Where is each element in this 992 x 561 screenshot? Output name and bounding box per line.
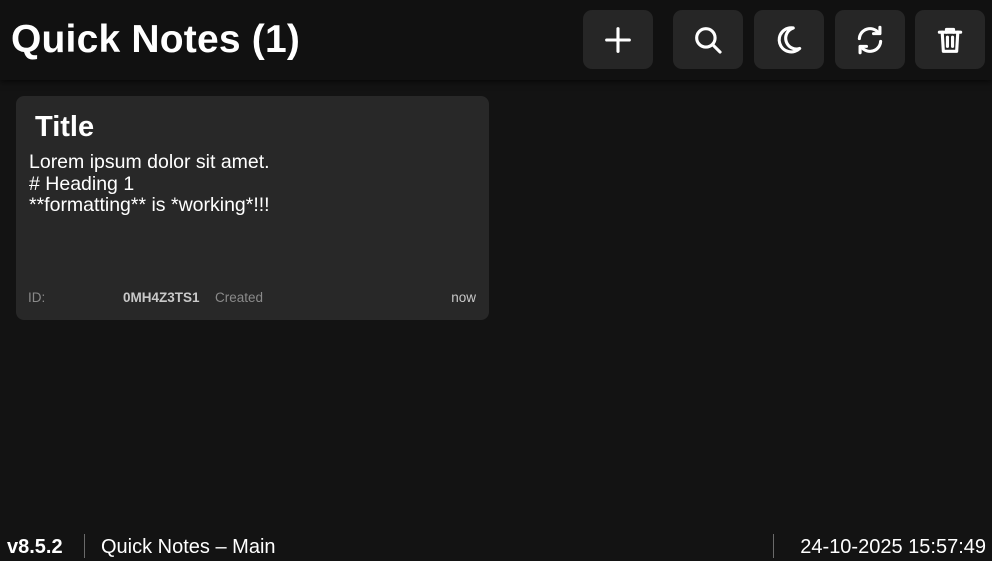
note-body-line: # Heading 1	[29, 172, 135, 195]
note-body-line: Lorem ipsum dolor sit amet.	[29, 151, 270, 173]
divider	[84, 534, 85, 558]
theme-toggle-button[interactable]	[754, 10, 824, 69]
note-body: Lorem ipsum dolor sit amet. # Heading 1 …	[29, 151, 479, 217]
trash-icon	[937, 27, 963, 53]
note-title: Title	[35, 111, 95, 143]
note-id-value: 0MH4Z3TS1	[123, 290, 200, 305]
app-header: Quick Notes (1)	[0, 0, 992, 80]
refresh-icon	[857, 25, 883, 54]
divider	[773, 534, 774, 558]
note-id-label: ID:	[28, 290, 46, 305]
status-bar: v8.5.2 Quick Notes – Main 24-10-2025 15:…	[0, 530, 992, 561]
note-created-time: now	[451, 290, 476, 305]
app-name: Quick Notes – Main	[101, 536, 276, 558]
current-datetime: 24-10-2025 15:57:49	[800, 536, 986, 558]
note-body-line: **formatting** is *working*!!!	[29, 194, 270, 216]
app-version: v8.5.2	[7, 536, 63, 558]
search-button[interactable]	[673, 10, 743, 69]
moon-icon	[777, 25, 802, 53]
app-title: Quick Notes (1)	[11, 18, 301, 61]
add-note-button[interactable]	[583, 10, 653, 69]
search-icon	[695, 26, 722, 54]
refresh-button[interactable]	[835, 10, 905, 69]
plus-icon	[605, 26, 631, 53]
note-created-label: Created	[215, 290, 264, 305]
delete-button[interactable]	[915, 10, 985, 69]
note-card[interactable]: Title Lorem ipsum dolor sit amet. # Head…	[16, 96, 489, 320]
